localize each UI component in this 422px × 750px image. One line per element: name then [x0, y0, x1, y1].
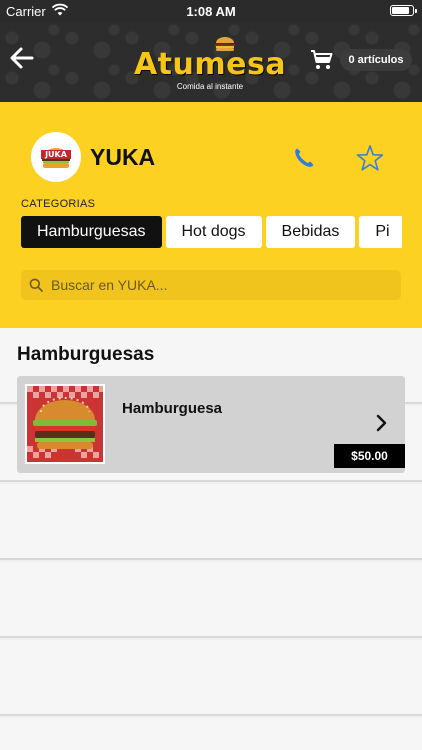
- product-price: $50.00: [334, 444, 405, 468]
- section-title: Hamburguesas: [17, 344, 155, 365]
- menu-content: Hamburguesas Hamburguesa $50.00: [0, 328, 422, 750]
- search-icon: [29, 278, 43, 292]
- star-outline-icon[interactable]: [356, 144, 384, 172]
- restaurant-logo-image: JUKA: [33, 134, 79, 180]
- search-input[interactable]: Buscar en YUKA...: [21, 270, 401, 300]
- restaurant-header: JUKA YUKA CATEGORIAS Hamburguesas Hot dog…: [0, 102, 422, 328]
- restaurant-logo-text: JUKA: [44, 150, 68, 159]
- clock: 1:08 AM: [186, 4, 236, 19]
- product-card[interactable]: Hamburguesa $50.00: [17, 376, 405, 473]
- brand-tagline: Comida al instante: [176, 82, 244, 91]
- category-tabs: Hamburguesas Hot dogs Bebidas Pi: [21, 216, 402, 250]
- nav-bar: Atumesa Comida al instante 0 artículos: [0, 22, 422, 102]
- category-tab-pi[interactable]: Pi: [359, 216, 402, 248]
- phone-icon[interactable]: [292, 146, 316, 170]
- back-arrow-icon[interactable]: [6, 42, 38, 74]
- chevron-right-icon[interactable]: [375, 414, 389, 432]
- product-name: Hamburguesa: [122, 400, 223, 417]
- restaurant-name: YUKA: [90, 144, 156, 170]
- app-logo: Atumesa Comida al instante: [120, 34, 300, 94]
- restaurant-logo: JUKA: [31, 132, 81, 182]
- cart-count-badge[interactable]: 0 artículos: [340, 49, 412, 71]
- categories-label: CATEGORIAS: [21, 198, 96, 210]
- brand-name: Atumesa: [133, 47, 287, 82]
- search-placeholder: Buscar en YUKA...: [51, 277, 168, 293]
- cart-icon[interactable]: [310, 48, 334, 72]
- category-tab-hot-dogs[interactable]: Hot dogs: [165, 216, 262, 248]
- burger-logo-icon: [215, 37, 235, 51]
- category-tab-hamburguesas[interactable]: Hamburguesas: [21, 216, 162, 248]
- product-image: [25, 384, 105, 464]
- battery-icon: [390, 5, 417, 16]
- category-tab-bebidas[interactable]: Bebidas: [265, 216, 356, 248]
- status-bar: Carrier 1:08 AM: [0, 0, 422, 22]
